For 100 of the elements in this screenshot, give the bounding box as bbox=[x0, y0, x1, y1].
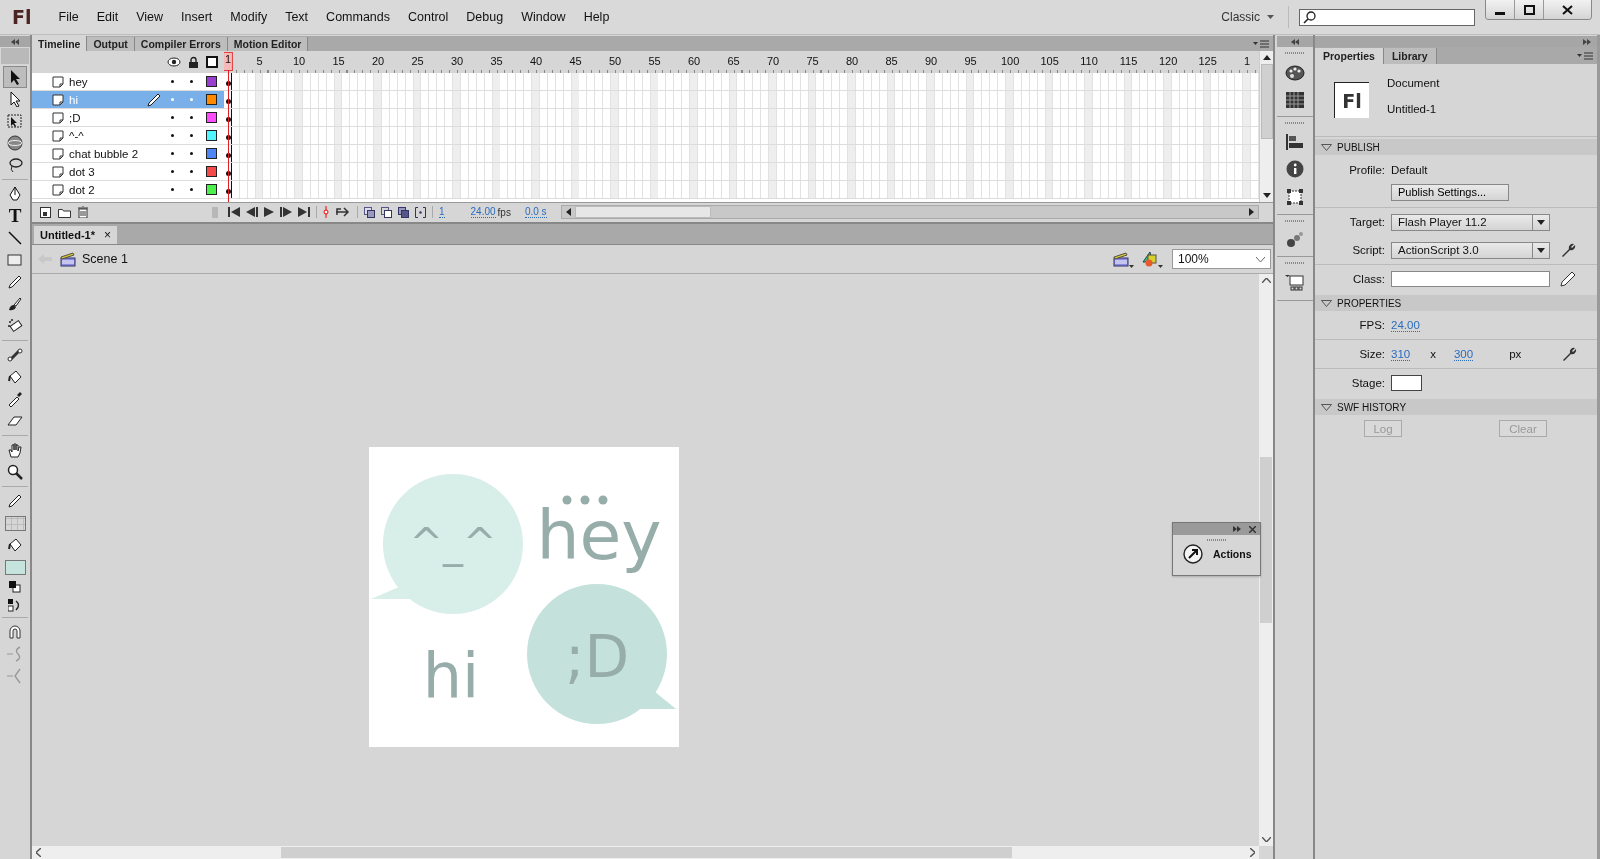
height-value[interactable]: 300 bbox=[1453, 347, 1474, 361]
workspace-switcher[interactable]: Classic bbox=[1207, 6, 1289, 28]
folder-icon[interactable] bbox=[58, 206, 71, 218]
menu-item[interactable]: View bbox=[127, 10, 173, 24]
lock-dot[interactable] bbox=[190, 134, 193, 137]
play-icon[interactable] bbox=[264, 207, 274, 217]
outline-color-swatch[interactable] bbox=[206, 148, 217, 159]
menu-item[interactable]: Insert bbox=[172, 10, 222, 24]
menu-item[interactable]: Debug bbox=[457, 10, 513, 24]
new-layer-icon[interactable] bbox=[40, 206, 51, 218]
menu-item[interactable]: Control bbox=[399, 10, 458, 24]
lock-dot[interactable] bbox=[190, 116, 193, 119]
panel-tab[interactable]: Motion Editor bbox=[227, 37, 309, 51]
vertical-scrollbar[interactable] bbox=[1259, 274, 1273, 846]
text-tool[interactable]: T bbox=[3, 205, 27, 227]
outline-color-swatch[interactable] bbox=[206, 166, 217, 177]
publish-settings-button[interactable]: Publish Settings... bbox=[1391, 183, 1509, 201]
left-arrow-icon[interactable] bbox=[565, 208, 571, 216]
step-back-icon[interactable] bbox=[246, 207, 258, 217]
section-header[interactable]: PROPERTIES bbox=[1315, 295, 1597, 311]
up-arrow-icon[interactable] bbox=[1262, 55, 1271, 60]
wrench-icon[interactable] bbox=[1560, 242, 1576, 258]
close-button[interactable] bbox=[1544, 0, 1591, 19]
step-forward-icon[interactable] bbox=[280, 207, 292, 217]
disclosure-triangle-icon[interactable] bbox=[1321, 299, 1332, 307]
menu-item[interactable]: Edit bbox=[87, 10, 128, 24]
marker-bracket-icon[interactable] bbox=[415, 206, 426, 218]
visibility-dot[interactable] bbox=[171, 170, 174, 173]
edit-frames-icon[interactable] bbox=[398, 206, 409, 218]
dots-icon[interactable] bbox=[1286, 232, 1304, 248]
close-icon[interactable] bbox=[1249, 525, 1256, 533]
right-arrow-icon[interactable] bbox=[1249, 208, 1254, 216]
components-icon[interactable] bbox=[1285, 274, 1305, 292]
panel-tab[interactable]: Library bbox=[1383, 48, 1437, 64]
expand-icon[interactable] bbox=[1583, 38, 1591, 45]
layer-row[interactable]: chat bubble 2 bbox=[32, 145, 224, 163]
last-frame-icon[interactable] bbox=[298, 207, 310, 217]
target-dropdown[interactable]: Flash Player 11.2 bbox=[1391, 213, 1550, 231]
panel-menu-icon[interactable] bbox=[1253, 39, 1269, 48]
edit-scene-icon[interactable] bbox=[1112, 250, 1134, 268]
outline-icon[interactable] bbox=[206, 56, 218, 68]
visibility-dot[interactable] bbox=[171, 152, 174, 155]
layer-row[interactable]: dot 2 bbox=[32, 181, 224, 199]
swatches-grid-icon[interactable] bbox=[1286, 92, 1304, 108]
search-field[interactable] bbox=[1299, 8, 1475, 26]
horizontal-scrollbar[interactable] bbox=[32, 846, 1259, 859]
actions-panel[interactable]: Actions bbox=[1172, 522, 1261, 576]
visibility-dot[interactable] bbox=[171, 80, 174, 83]
wrench-icon[interactable] bbox=[1561, 346, 1578, 362]
expand-icon[interactable] bbox=[1233, 526, 1241, 532]
info-icon[interactable] bbox=[1286, 160, 1304, 178]
visibility-dot[interactable] bbox=[171, 134, 174, 137]
scene-label[interactable]: Scene 1 bbox=[82, 252, 128, 266]
menu-item[interactable]: Window bbox=[512, 10, 575, 24]
menu-item[interactable]: Modify bbox=[221, 10, 277, 24]
menu-item[interactable]: File bbox=[49, 10, 88, 24]
panel-tab[interactable]: Timeline bbox=[32, 36, 88, 51]
class-field[interactable] bbox=[1391, 271, 1550, 287]
onion-outline-icon[interactable] bbox=[381, 206, 392, 218]
current-frame[interactable]: 1 bbox=[439, 206, 445, 218]
lock-dot[interactable] bbox=[190, 152, 193, 155]
loop-icon[interactable] bbox=[335, 207, 351, 217]
lock-dot[interactable] bbox=[190, 98, 193, 101]
fps-value[interactable]: 24.00 bbox=[1391, 318, 1420, 332]
pencil-icon[interactable] bbox=[1560, 271, 1576, 287]
close-tab-button[interactable]: × bbox=[104, 228, 111, 242]
lock-dot[interactable] bbox=[190, 170, 193, 173]
lock-dot[interactable] bbox=[190, 80, 193, 83]
align-icon[interactable] bbox=[1286, 134, 1304, 150]
stage-color-swatch[interactable] bbox=[1391, 375, 1422, 391]
width-value[interactable]: 310 bbox=[1391, 347, 1411, 361]
outline-color-swatch[interactable] bbox=[206, 76, 217, 87]
transform-icon[interactable] bbox=[1286, 188, 1304, 206]
resize-grip-icon[interactable] bbox=[212, 206, 218, 218]
zoom-dropdown[interactable]: 100% bbox=[1172, 249, 1271, 269]
visibility-dot[interactable] bbox=[171, 98, 174, 101]
palette-icon[interactable] bbox=[1285, 64, 1305, 82]
onion-skin-icon[interactable] bbox=[364, 206, 375, 218]
down-arrow-icon[interactable] bbox=[1262, 193, 1271, 198]
horizontal-scrollbar[interactable] bbox=[560, 205, 1259, 219]
toolbar-grip[interactable] bbox=[1, 48, 29, 64]
trash-icon[interactable] bbox=[78, 206, 88, 218]
frame-ruler[interactable]: 1 5 10 15 20 25 30 35 40 45 50 55 60 65 70 75 80 85 90 95 100 105 110 115 120 125 1 bbox=[224, 51, 1259, 73]
panel-tab[interactable]: Compiler Errors bbox=[134, 37, 228, 51]
left-chevron-icon[interactable] bbox=[36, 848, 41, 857]
section-header[interactable]: SWF HISTORY bbox=[1315, 399, 1597, 415]
layer-row[interactable]: ;D bbox=[32, 109, 224, 127]
arrow-circle-icon[interactable] bbox=[1183, 544, 1203, 564]
center-frame-icon[interactable] bbox=[323, 206, 329, 218]
outline-color-swatch[interactable] bbox=[206, 94, 217, 105]
selection-tool[interactable] bbox=[3, 66, 27, 88]
lock-icon[interactable] bbox=[188, 56, 199, 68]
document-tab[interactable]: Untitled-1* × bbox=[34, 226, 117, 244]
layer-row[interactable]: ^-^ bbox=[32, 127, 224, 145]
elapsed-time[interactable]: 0.0 s bbox=[524, 206, 547, 218]
maximize-button[interactable] bbox=[1515, 0, 1544, 19]
collapse-icon[interactable] bbox=[1291, 38, 1299, 45]
menu-item[interactable]: Commands bbox=[317, 10, 400, 24]
menu-item[interactable]: Help bbox=[574, 10, 619, 24]
disclosure-triangle-icon[interactable] bbox=[1321, 143, 1332, 151]
